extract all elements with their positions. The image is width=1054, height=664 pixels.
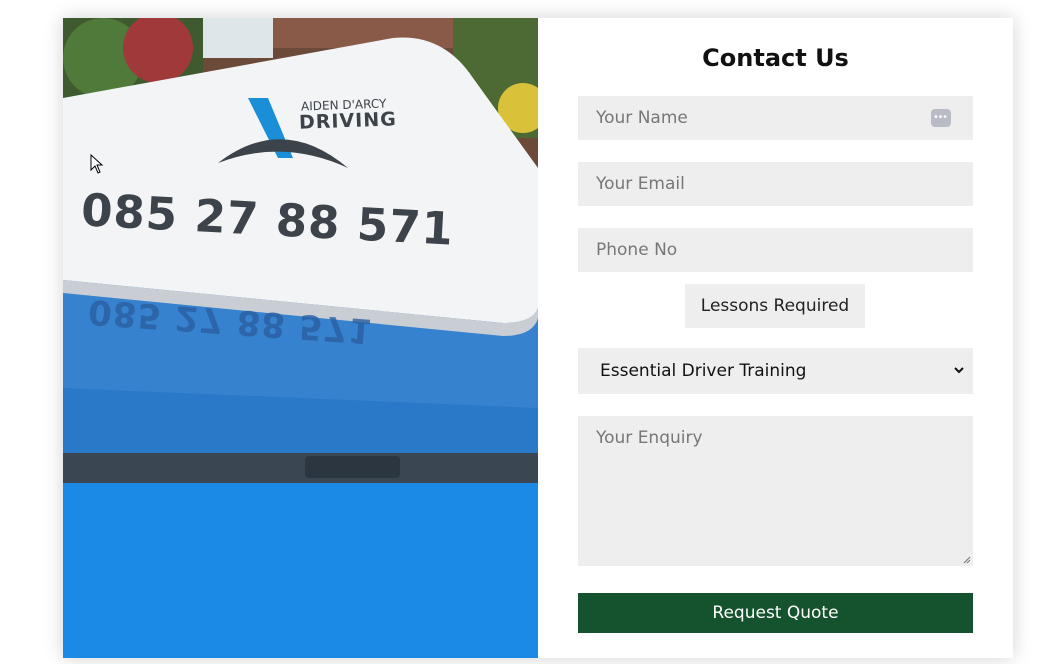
resize-grip-icon[interactable] [963, 556, 971, 564]
enquiry-textarea[interactable] [578, 416, 973, 566]
password-manager-icon[interactable]: ••• [931, 109, 951, 127]
chevron-down-icon [954, 367, 964, 374]
email-field[interactable] [578, 162, 973, 206]
request-quote-button[interactable]: Request Quote [578, 593, 973, 633]
phone-field[interactable] [578, 228, 973, 272]
lessons-required-button[interactable]: Lessons Required [685, 284, 865, 328]
lessons-select-value: Essential Driver Training [600, 361, 807, 381]
sign-brand-main: DRIVING [298, 108, 398, 134]
mouse-cursor-icon [90, 154, 104, 174]
form-title: Contact Us [702, 44, 849, 72]
lessons-select[interactable]: Essential Driver Training [578, 348, 973, 394]
name-field[interactable] [578, 96, 973, 140]
contact-card: AIDEN D'ARCY DRIVING 085 27 88 571 085 2… [63, 18, 1013, 658]
contact-form: Contact Us ••• Lessons Required Essentia… [538, 18, 1013, 658]
driving-school-car-photo: AIDEN D'ARCY DRIVING 085 27 88 571 085 2… [63, 18, 538, 658]
